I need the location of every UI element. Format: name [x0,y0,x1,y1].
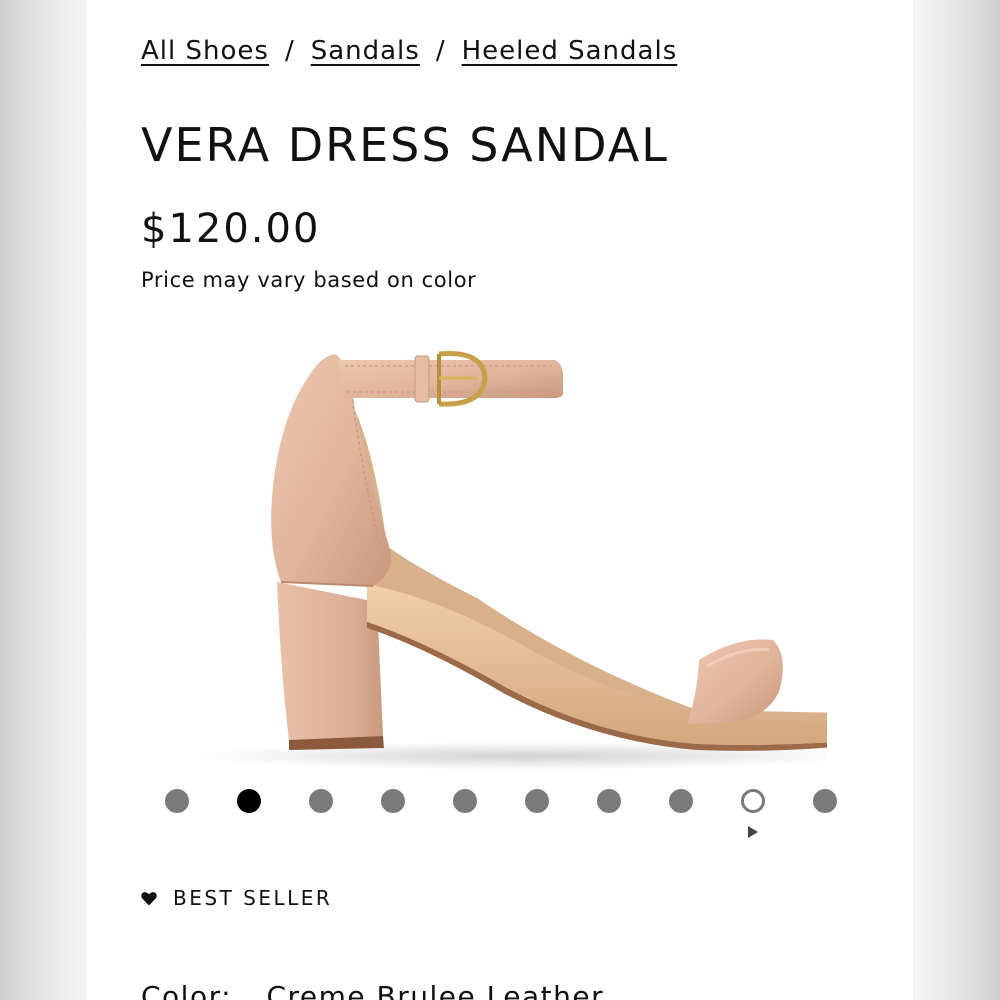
gallery-dot[interactable] [381,789,405,813]
price-note: Price may vary based on color [141,268,477,292]
gallery-dot[interactable] [813,789,837,813]
breadcrumb-heeled-sandals[interactable]: Heeled Sandals [462,36,678,66]
badge-label: BEST SELLER [173,886,333,910]
product-price: $120.00 [141,206,321,252]
gallery-dot-active[interactable] [237,789,261,813]
color-selection: Color: Creme Brulee Leather [141,980,604,1000]
gallery-pagination [87,788,913,814]
color-value: Creme Brulee Leather [266,980,605,1000]
breadcrumb-separator: / [284,36,295,66]
gallery-dot[interactable] [669,789,693,813]
gallery-dot-video[interactable] [741,789,765,813]
gallery-dot[interactable] [309,789,333,813]
breadcrumb-separator: / [435,36,446,66]
color-label: Color: [141,980,233,1000]
product-image[interactable] [177,336,827,776]
best-seller-badge: BEST SELLER [141,886,332,910]
gallery-dot[interactable] [165,789,189,813]
breadcrumb: All Shoes / Sandals / Heeled Sandals [141,36,677,66]
gallery-dot[interactable] [597,789,621,813]
breadcrumb-all-shoes[interactable]: All Shoes [141,36,269,66]
heart-icon [141,891,157,905]
product-page: All Shoes / Sandals / Heeled Sandals VER… [87,0,913,1000]
play-icon[interactable] [748,826,758,838]
breadcrumb-sandals[interactable]: Sandals [311,36,420,66]
product-title: VERA DRESS SANDAL [141,118,669,172]
gallery-dot[interactable] [525,789,549,813]
gallery-dot[interactable] [453,789,477,813]
